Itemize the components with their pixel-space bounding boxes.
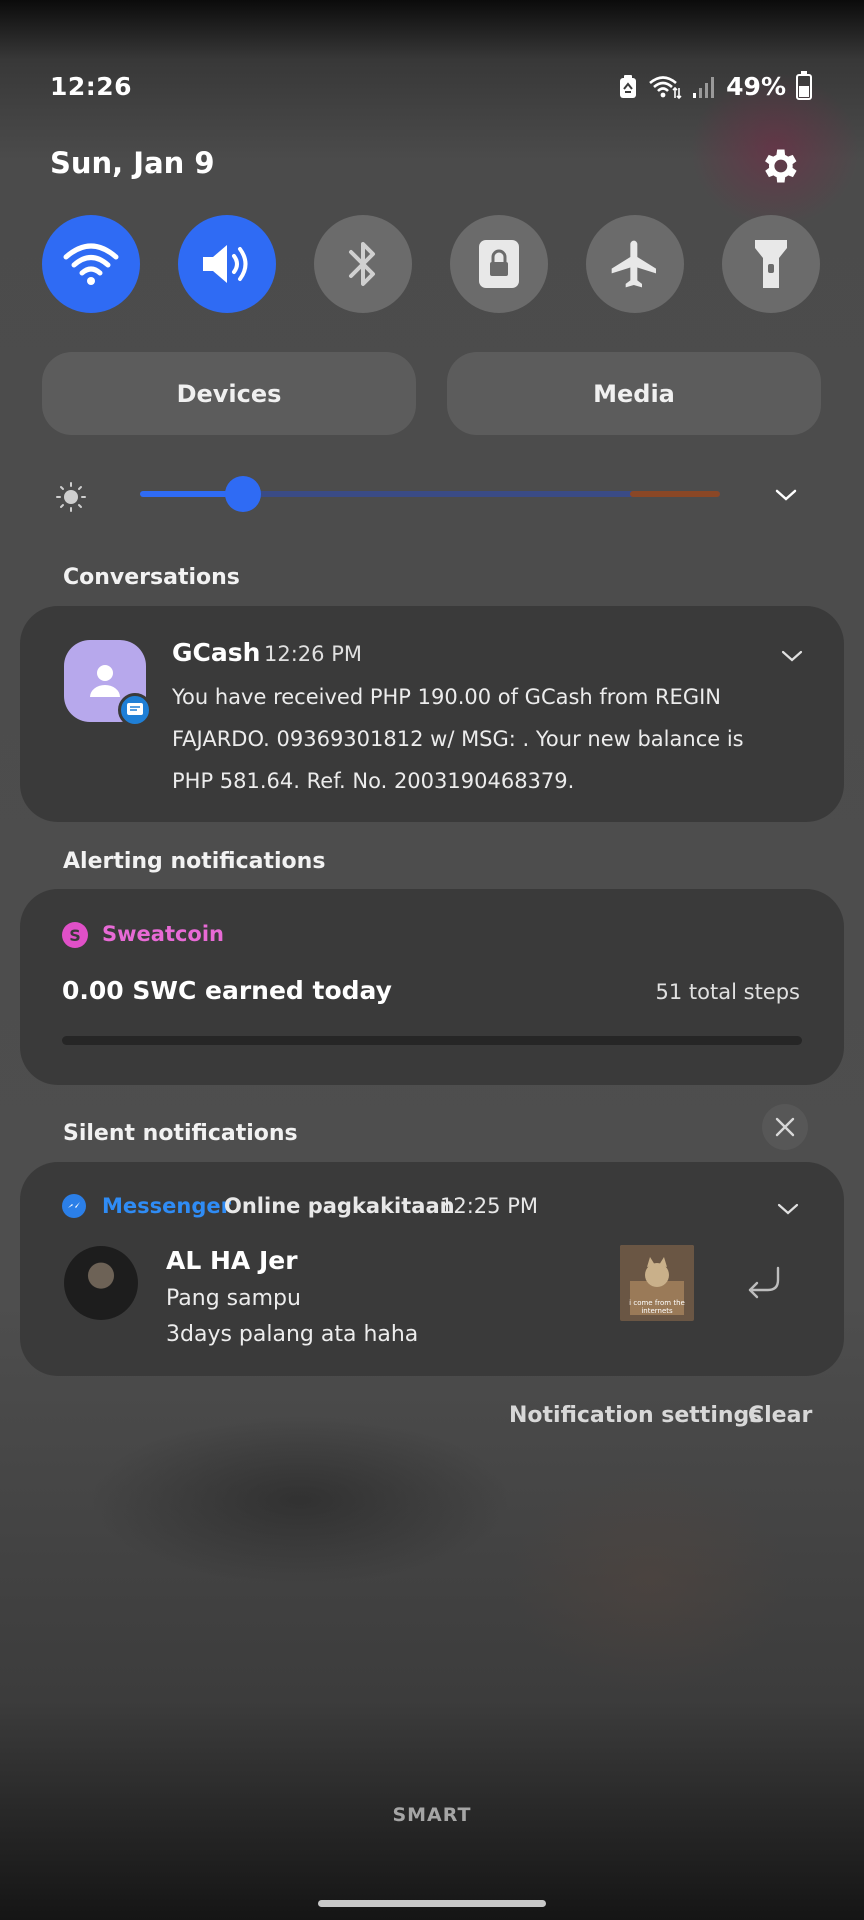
cell-signal-icon [693, 76, 715, 98]
gcash-expand-chevron-icon[interactable] [780, 644, 804, 668]
silent-heading: Silent notifications [63, 1121, 298, 1146]
messenger-sender: AL HA Jer [166, 1246, 298, 1275]
messenger-icon [62, 1194, 86, 1218]
battery-icon [796, 70, 812, 100]
lock-icon [479, 240, 519, 288]
brightness-icon [56, 482, 86, 512]
alerting-heading: Alerting notifications [63, 849, 326, 874]
sweatcoin-earned: 0.00 SWC earned today [62, 976, 392, 1005]
gcash-message: You have received PHP 190.00 of GCash fr… [172, 685, 744, 793]
bluetooth-icon [349, 242, 375, 286]
sweatcoin-icon: S [62, 922, 88, 948]
home-gesture-bar[interactable] [318, 1900, 546, 1907]
status-icons: 49% [618, 70, 812, 101]
brightness-slider-thumb[interactable] [225, 476, 261, 512]
thumbnail-caption: i come from the internets [629, 1299, 685, 1315]
portrait-lock-toggle[interactable] [450, 215, 548, 313]
expand-panel-chevron-icon[interactable] [774, 483, 798, 507]
media-button[interactable]: Media [447, 352, 821, 435]
sound-toggle[interactable] [178, 215, 276, 313]
messenger-subtitle: Online pagkakitaan [224, 1194, 455, 1218]
brightness-high-zone [630, 491, 720, 497]
devices-button[interactable]: Devices [42, 352, 416, 435]
flashlight-icon [755, 240, 787, 288]
gcash-sender: GCash [172, 638, 261, 667]
wifi-icon [63, 243, 119, 285]
date-label: Sun, Jan 9 [50, 146, 215, 180]
sweatcoin-steps: 51 total steps [655, 980, 800, 1004]
bluetooth-toggle[interactable] [314, 215, 412, 313]
clear-silent-button[interactable] [762, 1104, 808, 1150]
messages-badge-icon [118, 693, 152, 727]
close-icon [775, 1117, 795, 1137]
flashlight-toggle[interactable] [722, 215, 820, 313]
messenger-expand-chevron-icon[interactable] [776, 1197, 800, 1221]
sweatcoin-app-name: Sweatcoin [102, 922, 225, 946]
sender-avatar [64, 1246, 138, 1320]
wifi-toggle[interactable] [42, 215, 140, 313]
image-thumbnail[interactable]: i come from the internets [620, 1245, 694, 1321]
settings-gear-icon[interactable] [757, 144, 801, 188]
airplane-icon [611, 240, 656, 288]
volume-icon [203, 245, 248, 283]
messenger-line-2: 3days palang ata haha [166, 1322, 419, 1347]
wifi-signal-icon [649, 75, 682, 99]
conversations-heading: Conversations [63, 565, 240, 590]
clear-all-link[interactable]: Clear [748, 1403, 812, 1428]
status-time: 12:26 [50, 72, 133, 101]
sweatcoin-progress-bar [62, 1036, 802, 1045]
messenger-line-1: Pang sampu [166, 1286, 301, 1311]
battery-saver-icon [620, 74, 637, 98]
messenger-app-name: Messenger [102, 1194, 231, 1218]
carrier-label: SMART [392, 1804, 472, 1826]
airplane-toggle[interactable] [586, 215, 684, 313]
battery-percent: 49% [726, 72, 786, 101]
gcash-time: 12:26 PM [264, 642, 362, 666]
reply-icon[interactable] [744, 1262, 784, 1302]
messenger-time: 12:25 PM [440, 1194, 538, 1218]
notification-settings-link[interactable]: Notification settings [509, 1403, 762, 1428]
